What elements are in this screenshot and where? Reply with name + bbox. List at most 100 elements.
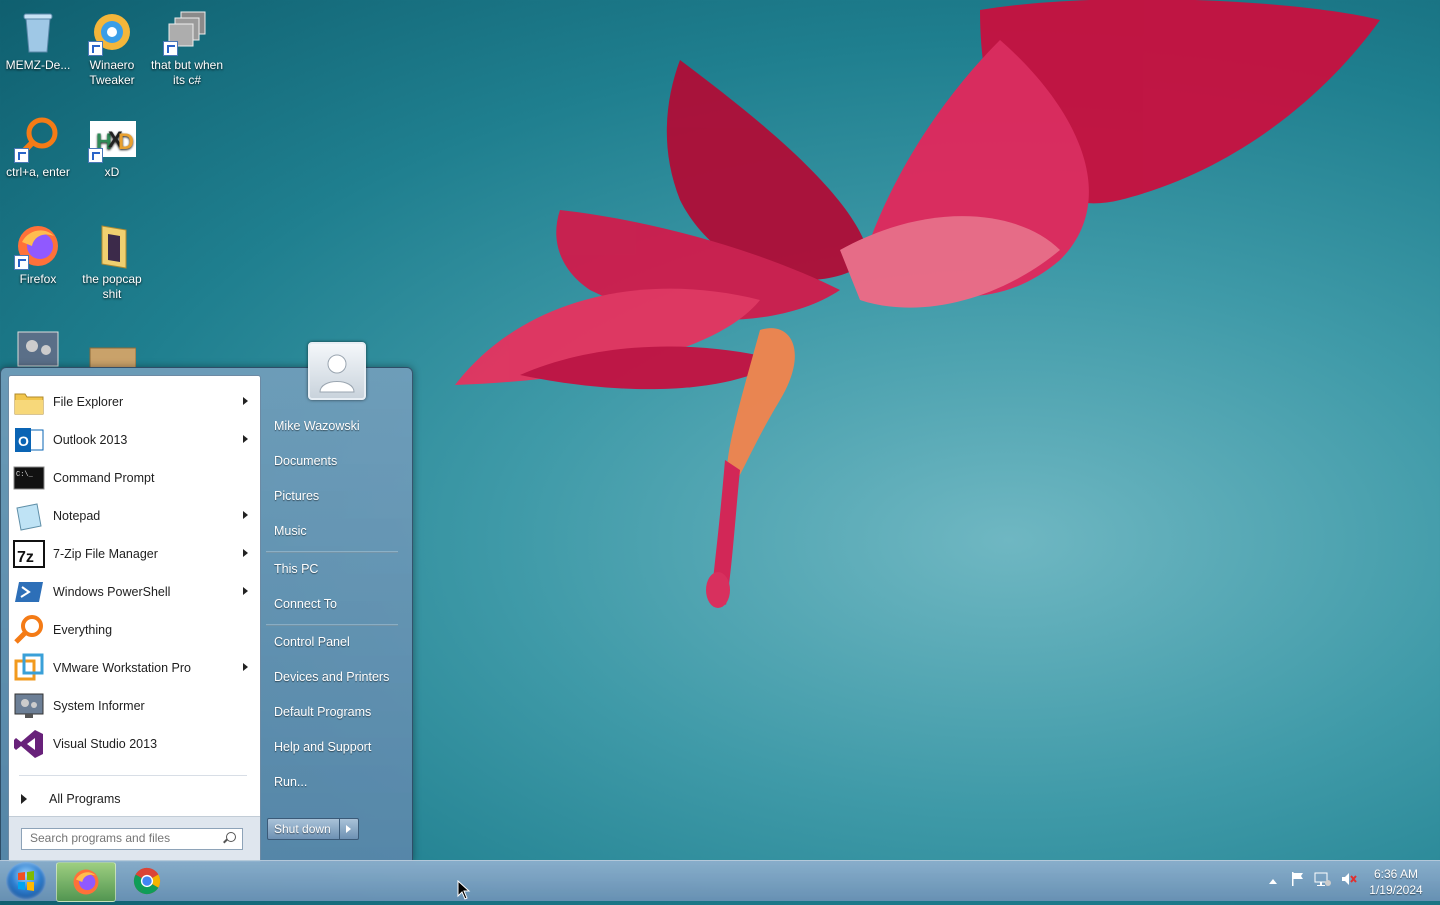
desktop-icon-xd[interactable]: HXD xD xyxy=(74,115,150,180)
firefox-icon xyxy=(14,222,62,270)
volume-muted-icon[interactable] xyxy=(1340,871,1358,892)
hxd-icon: HXD xyxy=(88,115,136,163)
link-pictures[interactable]: Pictures xyxy=(274,485,319,507)
clock[interactable]: 6:36 AM 1/19/2024 xyxy=(1360,866,1432,898)
link-user-folder[interactable]: Mike Wazowski xyxy=(274,415,360,437)
submenu-arrow-icon[interactable] xyxy=(243,397,248,405)
link-documents[interactable]: Documents xyxy=(274,450,337,472)
desktop-icon-ctrl-a[interactable]: ctrl+a, enter xyxy=(0,115,76,180)
desktop-icon-winaero[interactable]: Winaero Tweaker xyxy=(74,8,150,88)
shortcut-arrow-icon xyxy=(88,41,103,56)
start-item-notepad[interactable]: Notepad xyxy=(11,498,258,534)
desktop-icon-label: that but when its c# xyxy=(150,58,224,87)
start-item-powershell[interactable]: Windows PowerShell xyxy=(11,574,258,610)
package-icon xyxy=(88,340,137,368)
all-programs-label: All Programs xyxy=(49,792,121,806)
start-item-vmware[interactable]: VMware Workstation Pro xyxy=(11,650,258,686)
shortcut-arrow-icon xyxy=(88,148,103,163)
7zip-icon: 7z xyxy=(13,538,45,570)
divider xyxy=(19,775,247,776)
start-button[interactable] xyxy=(6,862,46,900)
shortcut-arrow-icon xyxy=(14,255,29,270)
everything-search-icon xyxy=(14,115,62,163)
desktop-icon-label: ctrl+a, enter xyxy=(6,165,70,179)
link-this-pc[interactable]: This PC xyxy=(274,558,318,580)
desktop-icon-popcap[interactable]: the popcap shit xyxy=(74,222,150,302)
expand-arrow-icon xyxy=(21,794,27,804)
start-item-file-explorer[interactable]: File Explorer xyxy=(11,384,258,420)
start-item-command-prompt[interactable]: C:\_ Command Prompt xyxy=(11,460,258,496)
start-item-label: Outlook 2013 xyxy=(53,433,128,447)
all-programs-button[interactable]: All Programs xyxy=(11,786,258,812)
mouse-cursor-icon xyxy=(457,880,471,900)
link-control-panel[interactable]: Control Panel xyxy=(274,631,350,653)
winaero-icon xyxy=(88,8,136,56)
link-help-support[interactable]: Help and Support xyxy=(274,736,371,758)
search-box[interactable] xyxy=(21,828,243,850)
link-default-programs[interactable]: Default Programs xyxy=(274,701,371,723)
outlook-icon: O xyxy=(13,424,45,456)
desktop-icon-firefox[interactable]: Firefox xyxy=(0,222,76,287)
search-icon[interactable] xyxy=(226,832,236,842)
taskbar: 6:36 AM 1/19/2024 xyxy=(0,860,1440,902)
desktop-icon-partial-1[interactable] xyxy=(0,328,76,368)
link-music[interactable]: Music xyxy=(274,520,307,542)
vmware-icon xyxy=(13,652,45,684)
start-item-label: VMware Workstation Pro xyxy=(53,661,192,675)
submenu-arrow-icon[interactable] xyxy=(243,549,248,557)
start-menu-programs-pane: File Explorer O Outlook 2013 C:\_ Comman… xyxy=(8,375,261,862)
everything-icon xyxy=(13,614,45,646)
visual-studio-icon xyxy=(13,728,45,760)
system-informer-icon xyxy=(13,690,45,722)
divider xyxy=(266,624,398,626)
start-item-visual-studio[interactable]: Visual Studio 2013 xyxy=(11,726,258,762)
start-item-system-informer[interactable]: System Informer xyxy=(11,688,258,724)
submenu-arrow-icon[interactable] xyxy=(243,663,248,671)
shutdown-button[interactable]: Shut down xyxy=(268,819,340,839)
submenu-arrow-icon[interactable] xyxy=(243,435,248,443)
link-devices-printers[interactable]: Devices and Printers xyxy=(274,666,389,688)
divider xyxy=(266,551,398,553)
user-silhouette-icon xyxy=(319,354,355,393)
desktop-icon-that-but[interactable]: that but when its c# xyxy=(149,8,225,88)
desktop-icon-memz[interactable]: MEMZ-De... xyxy=(0,8,76,73)
shortcut-arrow-icon xyxy=(163,41,178,56)
system-tray xyxy=(1266,861,1358,901)
link-connect-to[interactable]: Connect To xyxy=(274,593,337,615)
start-item-label: Command Prompt xyxy=(53,471,155,485)
user-avatar[interactable] xyxy=(308,342,366,400)
search-input[interactable] xyxy=(22,829,220,847)
start-item-label: 7-Zip File Manager xyxy=(53,547,158,561)
chevron-right-icon xyxy=(346,825,352,833)
firefox-icon xyxy=(73,869,99,895)
shutdown-options-button[interactable] xyxy=(340,819,358,839)
cmd-icon: C:\_ xyxy=(13,462,45,494)
start-item-7zip[interactable]: 7z 7-Zip File Manager xyxy=(11,536,258,572)
folder-icon xyxy=(88,222,136,270)
taskbar-chrome[interactable] xyxy=(118,862,176,900)
desktop-icon-label: xD xyxy=(104,165,120,179)
powershell-icon xyxy=(13,576,45,608)
start-item-label: Visual Studio 2013 xyxy=(53,737,158,751)
svg-text:C:\_: C:\_ xyxy=(16,471,34,479)
start-item-label: Windows PowerShell xyxy=(53,585,171,599)
link-run[interactable]: Run... xyxy=(274,771,307,793)
start-item-label: Everything xyxy=(53,623,113,637)
desktop-icon-label: the popcap shit xyxy=(82,272,142,301)
submenu-arrow-icon[interactable] xyxy=(243,511,248,519)
start-item-label: File Explorer xyxy=(53,395,124,409)
action-center-flag-icon[interactable] xyxy=(1290,871,1306,892)
shortcut-arrow-icon xyxy=(14,148,29,163)
submenu-arrow-icon[interactable] xyxy=(243,587,248,595)
start-item-everything[interactable]: Everything xyxy=(11,612,258,648)
start-item-label: System Informer xyxy=(53,699,145,713)
clock-date: 1/19/2024 xyxy=(1369,883,1423,897)
svg-text:O: O xyxy=(18,433,29,449)
show-hidden-icons-button[interactable] xyxy=(1266,878,1280,884)
search-area xyxy=(9,816,260,862)
desktop-icon-partial-2[interactable] xyxy=(74,340,150,368)
desktop-icon-label: Firefox xyxy=(19,272,57,286)
start-item-outlook[interactable]: O Outlook 2013 xyxy=(11,422,258,458)
network-icon[interactable] xyxy=(1314,871,1332,892)
taskbar-firefox[interactable] xyxy=(56,862,116,902)
